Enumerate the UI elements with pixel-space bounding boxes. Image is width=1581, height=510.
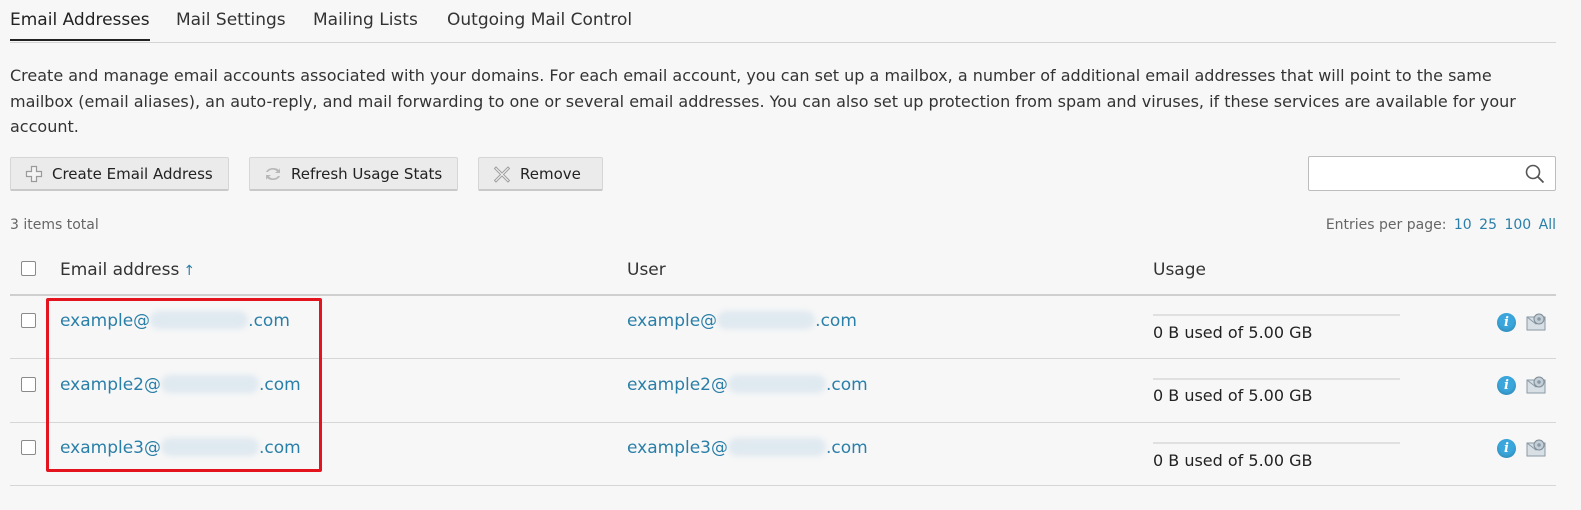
per-page-10[interactable]: 10	[1454, 217, 1472, 233]
redacted-domain	[728, 374, 826, 393]
column-header-email-label: Email address	[60, 260, 180, 280]
plus-icon	[24, 164, 44, 184]
highlight-box	[46, 298, 322, 472]
mail-settings-icon[interactable]	[1526, 375, 1548, 395]
usage-text: 0 B used of 5.00 GB	[1153, 323, 1313, 342]
items-total: 3 items total	[10, 217, 99, 233]
search-input[interactable]	[1308, 156, 1556, 191]
usage-text: 0 B used of 5.00 GB	[1153, 386, 1313, 405]
usage-bar	[1153, 314, 1400, 316]
entries-per-page-label: Entries per page:	[1325, 217, 1447, 233]
per-page-25[interactable]: 25	[1479, 217, 1497, 233]
sort-ascending-icon: ↑	[183, 263, 196, 279]
redacted-domain	[717, 310, 816, 329]
row-checkbox[interactable]	[21, 377, 36, 392]
per-page-all[interactable]: All	[1539, 217, 1556, 233]
refresh-usage-stats-button[interactable]: Refresh Usage Stats	[249, 157, 458, 191]
column-header-usage[interactable]: Usage	[1153, 260, 1206, 280]
column-header-email[interactable]: Email address ↑	[60, 260, 195, 280]
refresh-icon	[263, 164, 283, 184]
tab-outgoing-mail-control[interactable]: Outgoing Mail Control	[447, 10, 632, 39]
row-checkbox[interactable]	[21, 313, 36, 328]
user-link[interactable]: example3@ .com	[627, 437, 868, 458]
remove-label: Remove	[520, 164, 581, 183]
redacted-domain	[728, 437, 826, 456]
mail-settings-icon[interactable]	[1526, 438, 1548, 458]
mail-settings-icon[interactable]	[1526, 312, 1548, 332]
user-link[interactable]: example2@ .com	[627, 374, 868, 395]
entries-per-page: Entries per page: 10 25 100 All	[1326, 217, 1556, 233]
usage-bar	[1153, 378, 1400, 380]
user-link[interactable]: example@ .com	[627, 310, 857, 331]
create-email-address-button[interactable]: Create Email Address	[10, 157, 229, 191]
row-checkbox[interactable]	[21, 440, 36, 455]
usage-text: 0 B used of 5.00 GB	[1153, 451, 1313, 470]
remove-icon	[492, 164, 512, 184]
tab-mailing-lists[interactable]: Mailing Lists	[313, 10, 418, 39]
tab-mail-settings[interactable]: Mail Settings	[176, 10, 286, 39]
usage-bar	[1153, 442, 1400, 444]
info-icon[interactable]: i	[1497, 313, 1516, 332]
tab-email-addresses[interactable]: Email Addresses	[10, 10, 150, 41]
per-page-100[interactable]: 100	[1504, 217, 1531, 233]
select-all-checkbox[interactable]	[21, 261, 36, 276]
info-icon[interactable]: i	[1497, 439, 1516, 458]
refresh-usage-stats-label: Refresh Usage Stats	[291, 164, 443, 183]
header-divider	[10, 294, 1556, 296]
search-icon[interactable]	[1524, 163, 1546, 189]
info-icon[interactable]: i	[1497, 376, 1516, 395]
tab-bar: Email Addresses Mail Settings Mailing Li…	[10, 0, 1556, 43]
column-header-user[interactable]: User	[627, 260, 666, 280]
remove-button[interactable]: Remove	[478, 157, 603, 191]
page-description: Create and manage email accounts associa…	[10, 66, 1516, 136]
row-divider	[10, 485, 1556, 486]
create-email-address-label: Create Email Address	[52, 164, 213, 183]
